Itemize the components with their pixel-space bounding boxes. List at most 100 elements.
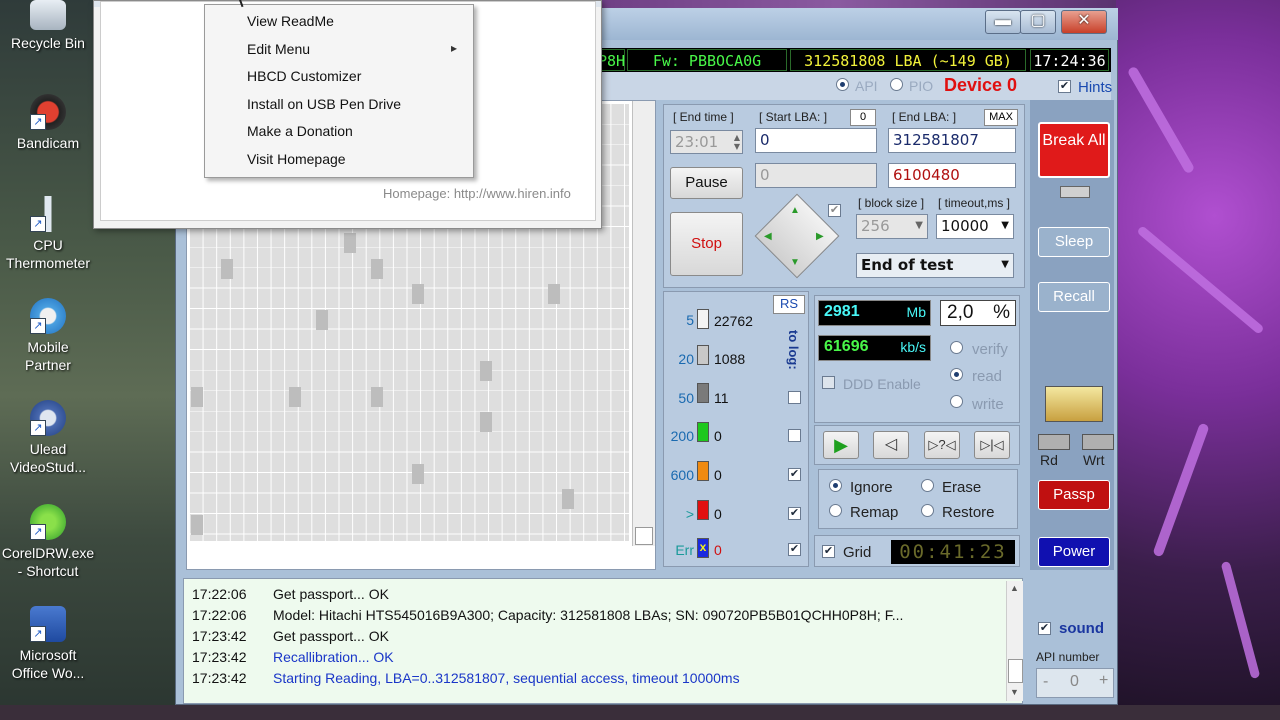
threshold-err: Err <box>675 542 694 558</box>
butterfly-button[interactable]: ▷|◁ <box>974 431 1010 459</box>
stop-button[interactable]: Stop <box>670 212 743 276</box>
pio-radio[interactable] <box>890 78 903 91</box>
log-row: 17:23:42 Recallibration... OK <box>192 649 394 665</box>
passp-button[interactable]: Passp <box>1038 480 1110 510</box>
block-size-select[interactable]: 256 ▼ <box>856 214 928 239</box>
menu-item-donation[interactable]: Make a Donation <box>247 119 467 143</box>
context-menu: View ReadMe Edit Menu ▸ HBCD Customizer … <box>204 4 474 178</box>
activity-gauge-icon <box>1045 386 1103 422</box>
start-lba-zero-button[interactable]: 0 <box>850 109 876 126</box>
ddd-enable-checkbox[interactable] <box>822 376 835 389</box>
play-button[interactable]: ▶ <box>823 431 859 459</box>
desktop-icon-mobile-partner[interactable]: ↗ Mobile Partner <box>0 298 98 374</box>
desktop-icon-label: Ulead VideoStud... <box>9 441 87 475</box>
log-row: 17:22:06 Model: Hitachi HTS545016B9A300; … <box>192 607 904 623</box>
menu-item-install-usb[interactable]: Install on USB Pen Drive <box>247 92 467 116</box>
end-lba-max-button[interactable]: MAX <box>984 109 1018 126</box>
log-200-checkbox[interactable] <box>788 429 801 442</box>
api-radio[interactable] <box>836 78 849 91</box>
desktop-icon-ulead[interactable]: ↗ Ulead VideoStud... <box>0 400 98 476</box>
api-minus-button[interactable]: - <box>1043 673 1048 691</box>
block-size-label: [ block size ] <box>858 196 925 210</box>
timeout-select[interactable]: 10000 ▼ <box>936 214 1014 239</box>
pad-right-icon[interactable]: ▶ <box>816 231 824 242</box>
menu-item-edit-menu[interactable]: Edit Menu <box>247 37 467 61</box>
grid-slow-block <box>412 464 424 484</box>
pad-left-icon[interactable]: ◀ <box>764 231 772 242</box>
speed-value: 61696 <box>824 338 869 355</box>
api-number-spinner[interactable]: - 0 + <box>1036 668 1114 698</box>
maximize-button[interactable]: ▢ <box>1020 10 1056 34</box>
threshold-20: 20 <box>678 351 694 367</box>
count-200: 0 <box>714 428 722 444</box>
close-button[interactable]: ✕ <box>1061 10 1107 34</box>
percent-display: 2,0 % <box>940 300 1016 326</box>
power-button[interactable]: Power <box>1038 537 1110 567</box>
log-600-checkbox[interactable]: ✔ <box>788 468 801 481</box>
reset-stats-button[interactable]: RS <box>773 295 805 314</box>
threshold-5: 5 <box>686 312 694 328</box>
ignore-radio[interactable] <box>829 479 842 492</box>
log-row: 17:23:42 Get passport... OK <box>192 628 389 644</box>
maximize-icon: ▢ <box>1030 12 1046 29</box>
end-lba-input[interactable]: 312581807 <box>888 128 1016 153</box>
pause-button[interactable]: Pause <box>670 167 743 199</box>
desktop-icon-recycle-bin[interactable]: Recycle Bin <box>0 0 98 52</box>
current-lba-field: 0 <box>755 163 877 188</box>
grid-checkbox[interactable]: ✔ <box>822 545 835 558</box>
menu-item-view-readme[interactable]: View ReadMe <box>247 9 467 33</box>
start-lba-input[interactable]: 0 <box>755 128 877 153</box>
pad-down-icon[interactable]: ▼ <box>790 257 800 268</box>
speed-display: 61696 kb/s <box>818 335 931 361</box>
api-plus-button[interactable]: + <box>1099 672 1108 690</box>
remaining-lba-field: 6100480 <box>888 163 1016 188</box>
break-all-button[interactable]: Break All <box>1038 122 1110 178</box>
block-legend-600ms <box>697 461 709 481</box>
wallpaper-petal <box>1152 422 1210 558</box>
restore-radio[interactable] <box>921 504 934 517</box>
menu-item-hbcd-customizer[interactable]: HBCD Customizer <box>247 64 467 88</box>
desktop-icon-label: Mobile Partner <box>25 339 71 373</box>
desktop-icon-cpu-thermometer[interactable]: ↗ CPU Thermometer <box>0 196 98 272</box>
pad-up-icon[interactable]: ▲ <box>790 205 800 216</box>
minimize-button[interactable]: ▬ <box>985 10 1021 34</box>
end-action-select[interactable]: End of test ▼ <box>856 253 1014 278</box>
sound-label: sound <box>1059 620 1104 637</box>
desktop-icon-coreldraw[interactable]: ↗ CorelDRW.exe - Shortcut <box>0 504 98 580</box>
clock-display: 17:24:36 <box>1030 49 1109 71</box>
end-time-input[interactable]: 23:01 ▲ ▼ <box>670 130 743 154</box>
log-scrollbar[interactable]: ▲ ▼ <box>1006 581 1023 701</box>
grid-slow-block <box>289 387 301 407</box>
scroll-down-icon[interactable]: ▼ <box>1010 687 1019 697</box>
sound-checkbox[interactable]: ✔ <box>1038 622 1051 635</box>
hints-label: Hints <box>1078 79 1113 96</box>
hints-checkbox[interactable]: ✔ <box>1058 80 1071 93</box>
mobile-partner-icon: ↗ <box>30 298 66 334</box>
rewind-button[interactable]: ◁ <box>873 431 909 459</box>
pad-enable-checkbox[interactable]: ✔ <box>828 204 841 217</box>
grid-scrollbar[interactable] <box>632 101 655 546</box>
desktop-icon-bandicam[interactable]: ↗ Bandicam <box>0 94 98 152</box>
recall-button[interactable]: Recall <box>1038 282 1110 312</box>
log-scroll-thumb[interactable] <box>1008 659 1023 683</box>
menu-item-visit-homepage[interactable]: Visit Homepage <box>247 147 467 171</box>
grid-scroll-thumb[interactable] <box>635 527 653 545</box>
scroll-up-icon[interactable]: ▲ <box>1010 583 1019 593</box>
mb-display: 2981 Mb <box>818 300 931 326</box>
random-seek-button[interactable]: ▷?◁ <box>924 431 960 459</box>
erase-radio[interactable] <box>921 479 934 492</box>
desktop-icon-ms-word[interactable]: ↗ Microsoft Office Wo... <box>0 606 98 682</box>
log-row: 17:23:42 Starting Reading, LBA=0..3125818… <box>192 670 740 686</box>
homepage-text: Homepage: http://www.hiren.info <box>383 186 571 201</box>
log-50-checkbox[interactable] <box>788 391 801 404</box>
block-legend-error: x <box>697 538 709 558</box>
verify-radio[interactable] <box>950 341 963 354</box>
count-err: 0 <box>714 542 722 558</box>
coreldraw-icon: ↗ <box>30 504 66 540</box>
log-over-checkbox[interactable]: ✔ <box>788 507 801 520</box>
write-radio[interactable] <box>950 395 963 408</box>
log-err-checkbox[interactable]: ✔ <box>788 543 801 556</box>
read-radio[interactable] <box>950 368 963 381</box>
sleep-button[interactable]: Sleep <box>1038 227 1110 257</box>
remap-radio[interactable] <box>829 504 842 517</box>
